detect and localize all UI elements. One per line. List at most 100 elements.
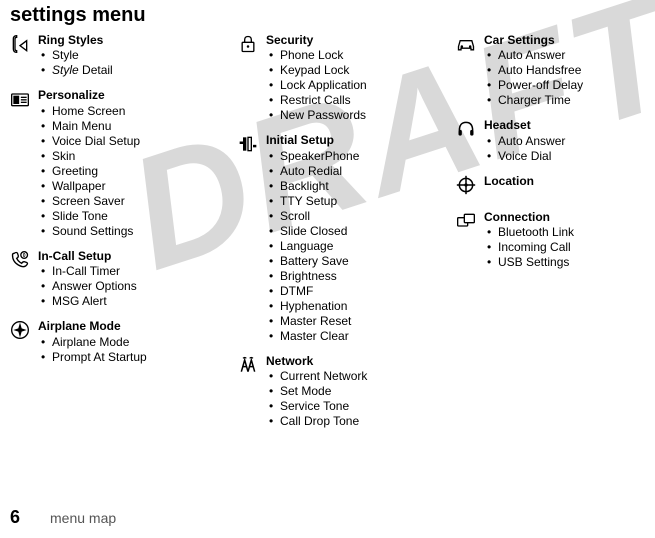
list-item: Incoming Call [484, 240, 636, 255]
column-3: Car Settings Auto AnswerAuto HandsfreePo… [456, 33, 636, 439]
section-in-call: 0 In-Call Setup In-Call TimerAnswer Opti… [10, 249, 220, 309]
personalize-list: Home ScreenMain MenuVoice Dial SetupSkin… [38, 104, 220, 239]
list-item: Airplane Mode [38, 335, 220, 350]
section-ring-styles: Ring Styles StyleStyle Detail [10, 33, 220, 78]
in-call-list: In-Call TimerAnswer OptionsMSG Alert [38, 264, 220, 309]
location-heading: Location [484, 174, 636, 188]
list-item: Current Network [266, 369, 438, 384]
list-item: Auto Redial [266, 164, 438, 179]
initial-setup-list: SpeakerPhoneAuto RedialBacklightTTY Setu… [266, 149, 438, 344]
connection-list: Bluetooth LinkIncoming CallUSB Settings [484, 225, 636, 270]
column-2: Security Phone LockKeypad LockLock Appli… [238, 33, 438, 439]
list-item: Scroll [266, 209, 438, 224]
list-item: Brightness [266, 269, 438, 284]
list-item: Wallpaper [38, 179, 220, 194]
car-icon [456, 33, 484, 108]
list-item: TTY Setup [266, 194, 438, 209]
section-headset: Headset Auto AnswerVoice Dial [456, 118, 636, 163]
location-icon [456, 174, 484, 200]
list-item: Master Clear [266, 329, 438, 344]
list-item: SpeakerPhone [266, 149, 438, 164]
connection-heading: Connection [484, 210, 636, 224]
list-item: New Passwords [266, 108, 438, 123]
list-item: Main Menu [38, 119, 220, 134]
list-item: Set Mode [266, 384, 438, 399]
list-item: Keypad Lock [266, 63, 438, 78]
network-list: Current NetworkSet ModeService ToneCall … [266, 369, 438, 429]
list-item: Phone Lock [266, 48, 438, 63]
list-item: Screen Saver [38, 194, 220, 209]
list-item: Voice Dial [484, 149, 636, 164]
personalize-heading: Personalize [38, 88, 220, 102]
initial-setup-heading: Initial Setup [266, 133, 438, 147]
list-item: Skin [38, 149, 220, 164]
list-item: Battery Save [266, 254, 438, 269]
section-connection: Connection Bluetooth LinkIncoming CallUS… [456, 210, 636, 270]
list-item: Home Screen [38, 104, 220, 119]
list-item: Bluetooth Link [484, 225, 636, 240]
network-heading: Network [266, 354, 438, 368]
ring-styles-heading: Ring Styles [38, 33, 220, 47]
list-item: Lock Application [266, 78, 438, 93]
section-location: Location [456, 174, 636, 200]
list-item: USB Settings [484, 255, 636, 270]
list-item: Style [38, 48, 220, 63]
section-security: Security Phone LockKeypad LockLock Appli… [238, 33, 438, 123]
ring-styles-icon [10, 33, 38, 78]
list-item: Service Tone [266, 399, 438, 414]
airplane-icon [10, 319, 38, 364]
list-item: Power-off Delay [484, 78, 636, 93]
list-item: Auto Handsfree [484, 63, 636, 78]
section-car-settings: Car Settings Auto AnswerAuto HandsfreePo… [456, 33, 636, 108]
list-item: Prompt At Startup [38, 350, 220, 365]
section-airplane: Airplane Mode Airplane ModePrompt At Sta… [10, 319, 220, 364]
security-heading: Security [266, 33, 438, 47]
ring-styles-list: StyleStyle Detail [38, 48, 220, 78]
airplane-list: Airplane ModePrompt At Startup [38, 335, 220, 365]
section-personalize: Personalize Home ScreenMain MenuVoice Di… [10, 88, 220, 238]
column-1: Ring Styles StyleStyle Detail Personaliz… [10, 33, 220, 439]
security-icon [238, 33, 266, 123]
list-item: Backlight [266, 179, 438, 194]
in-call-heading: In-Call Setup [38, 249, 220, 263]
list-item: Auto Answer [484, 134, 636, 149]
list-item: Master Reset [266, 314, 438, 329]
headset-heading: Headset [484, 118, 636, 132]
headset-icon [456, 118, 484, 163]
list-item: Voice Dial Setup [38, 134, 220, 149]
section-network: Network Current NetworkSet ModeService T… [238, 354, 438, 429]
headset-list: Auto AnswerVoice Dial [484, 134, 636, 164]
car-heading: Car Settings [484, 33, 636, 47]
list-item: Call Drop Tone [266, 414, 438, 429]
initial-setup-icon [238, 133, 266, 343]
list-item: Language [266, 239, 438, 254]
list-item: Slide Closed [266, 224, 438, 239]
page-title: settings menu [10, 4, 645, 27]
list-item: Charger Time [484, 93, 636, 108]
list-item: DTMF [266, 284, 438, 299]
list-item: Auto Answer [484, 48, 636, 63]
list-item: Sound Settings [38, 224, 220, 239]
footer-label: menu map [50, 510, 116, 526]
columns: Ring Styles StyleStyle Detail Personaliz… [10, 33, 645, 439]
security-list: Phone LockKeypad LockLock ApplicationRes… [266, 48, 438, 123]
page-number: 6 [10, 507, 20, 528]
personalize-icon [10, 88, 38, 238]
airplane-heading: Airplane Mode [38, 319, 220, 333]
car-list: Auto AnswerAuto HandsfreePower-off Delay… [484, 48, 636, 108]
list-item: Slide Tone [38, 209, 220, 224]
connection-icon [456, 210, 484, 270]
list-item: Hyphenation [266, 299, 438, 314]
page-content: settings menu Ring Styles StyleStyle Det… [0, 0, 655, 439]
list-item: Greeting [38, 164, 220, 179]
section-initial-setup: Initial Setup SpeakerPhoneAuto RedialBac… [238, 133, 438, 343]
footer: 6 menu map [10, 507, 116, 528]
list-item: Restrict Calls [266, 93, 438, 108]
svg-text:0: 0 [23, 253, 26, 259]
list-item: Answer Options [38, 279, 220, 294]
list-item: Style Detail [38, 63, 220, 78]
list-item: MSG Alert [38, 294, 220, 309]
in-call-icon: 0 [10, 249, 38, 309]
network-icon [238, 354, 266, 429]
list-item: In-Call Timer [38, 264, 220, 279]
